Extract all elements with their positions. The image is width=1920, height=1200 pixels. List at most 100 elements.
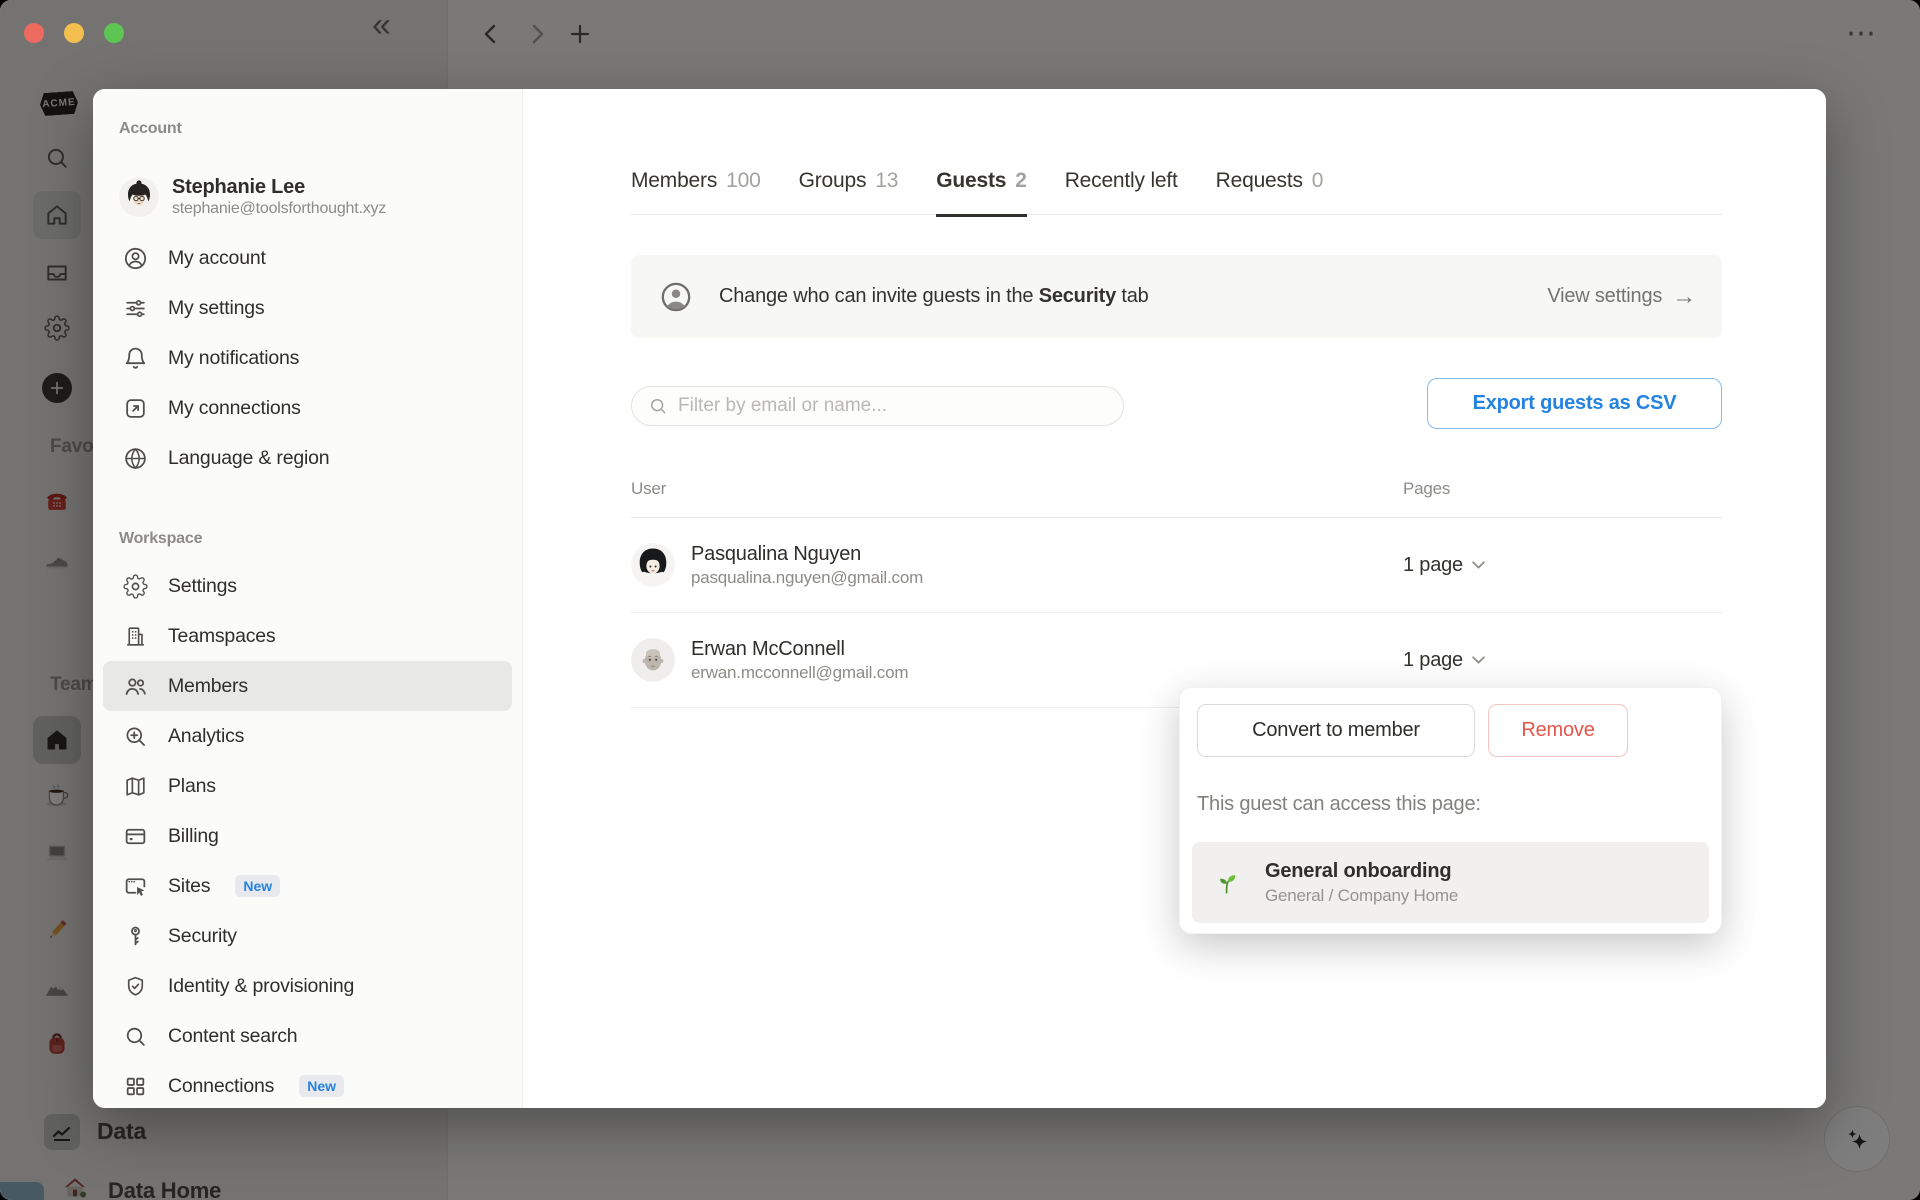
key-icon xyxy=(131,926,140,945)
guests-table: User Pages Pasqualina Nguyen pasqualina.… xyxy=(631,461,1722,708)
tab-recently-left[interactable]: Recently left xyxy=(1065,169,1178,217)
sidebar-item-label: Content search xyxy=(168,1024,298,1047)
page-title: General onboarding xyxy=(1265,859,1452,882)
settings-modal: Account Stephanie Lee stephanie@toolsfor… xyxy=(93,89,1826,1108)
user-email: stephanie@toolsforthought.xyz xyxy=(172,200,387,217)
person-circle-icon xyxy=(124,247,147,269)
globe-icon xyxy=(125,447,146,469)
popover-caption: This guest can access this page: xyxy=(1197,793,1481,815)
filter-guests-input[interactable] xyxy=(631,386,1124,426)
sidebar-item-label: Plans xyxy=(168,774,216,797)
sidebar-item-label: My notifications xyxy=(168,346,300,369)
guest-row: Pasqualina Nguyen pasqualina.nguyen@gmai… xyxy=(631,518,1722,613)
sliders-icon xyxy=(126,299,145,317)
pages-dropdown[interactable]: 1 page xyxy=(1403,649,1485,672)
sidebar-item-my-notifications[interactable]: My notifications xyxy=(103,333,512,383)
close-window-button[interactable] xyxy=(24,23,44,43)
sidebar-item-label: Billing xyxy=(168,824,219,847)
avatar xyxy=(119,177,159,217)
tab-label: Members xyxy=(631,169,718,192)
sidebar-item-my-connections[interactable]: My connections xyxy=(103,383,512,433)
tab-count: 2 xyxy=(1015,169,1027,192)
guest-email: erwan.mcconnell@gmail.com xyxy=(691,662,909,682)
sidebar-item-label: Analytics xyxy=(168,724,245,747)
sidebar-item-my-settings[interactable]: My settings xyxy=(103,283,512,333)
minimize-window-button[interactable] xyxy=(64,23,84,43)
account-section-header: Account xyxy=(119,120,182,137)
pages-count: 1 page xyxy=(1403,553,1463,576)
guest-name: Pasqualina Nguyen xyxy=(691,542,862,565)
sidebar-item-label: My settings xyxy=(168,296,265,319)
remove-guest-button[interactable]: Remove xyxy=(1488,704,1628,757)
sidebar-item-language-region[interactable]: Language & region xyxy=(103,433,512,483)
workspace-menu: Settings Teamspaces Members Analytics Pl… xyxy=(93,561,522,1108)
sidebar-item-identity-provisioning[interactable]: Identity & provisioning xyxy=(103,961,512,1011)
tab-label: Requests xyxy=(1215,169,1303,192)
chevron-down-icon xyxy=(1472,560,1485,569)
tab-requests[interactable]: Requests 0 xyxy=(1216,169,1324,217)
sidebar-item-security[interactable]: Security xyxy=(103,911,512,961)
search-icon xyxy=(126,1027,145,1046)
pages-count: 1 page xyxy=(1403,648,1463,671)
browser-cursor-icon xyxy=(125,877,146,896)
workspace-section-header: Workspace xyxy=(119,530,203,547)
person-circle-icon xyxy=(661,282,691,311)
guest-actions-popover: Convert to member Remove This guest can … xyxy=(1179,687,1722,934)
sidebar-item-plans[interactable]: Plans xyxy=(103,761,512,811)
tab-members[interactable]: Members 100 xyxy=(631,169,761,217)
gear-icon xyxy=(123,573,148,599)
zoom-window-button[interactable] xyxy=(104,23,124,43)
sidebar-item-label: My account xyxy=(168,246,266,269)
external-link-icon xyxy=(126,398,145,418)
tab-count: 13 xyxy=(875,169,899,192)
settings-sidebar: Account Stephanie Lee stephanie@toolsfor… xyxy=(93,89,523,1108)
page-breadcrumb: General / Company Home xyxy=(1265,885,1459,905)
convert-to-member-button[interactable]: Convert to member xyxy=(1197,704,1475,757)
member-tabs: Members 100 Groups 13 Guests 2 Recently lef… xyxy=(631,169,1323,217)
avatar xyxy=(631,543,675,587)
sidebar-item-sites[interactable]: Sites New xyxy=(103,861,512,911)
sidebar-item-label: Language & region xyxy=(168,446,330,469)
sidebar-item-label: Members xyxy=(168,674,248,697)
sidebar-item-analytics[interactable]: Analytics xyxy=(103,711,512,761)
sidebar-item-label: My connections xyxy=(168,396,301,419)
banner-text: Change who can invite guests in the Secu… xyxy=(719,285,1149,307)
app-window: « ⋯ ACME Favorites Teamspaces Data Data … xyxy=(0,0,1920,1200)
sidebar-item-members[interactable]: Members xyxy=(103,661,512,711)
column-header-pages: Pages xyxy=(1403,479,1451,498)
sidebar-item-label: Settings xyxy=(168,574,237,597)
accessible-page-item[interactable]: General onboarding General / Company Hom… xyxy=(1192,842,1709,923)
view-settings-link[interactable]: View settings → xyxy=(1547,283,1696,311)
bell-icon xyxy=(125,347,146,369)
sidebar-item-billing[interactable]: Billing xyxy=(103,811,512,861)
members-icon xyxy=(125,678,146,695)
sidebar-item-settings[interactable]: Settings xyxy=(103,561,512,611)
pages-dropdown[interactable]: 1 page xyxy=(1403,554,1485,577)
shield-check-icon xyxy=(127,976,144,996)
guests-table-header: User Pages xyxy=(631,461,1722,518)
tab-label: Recently left xyxy=(1064,169,1178,192)
guest-name: Erwan McConnell xyxy=(691,637,845,660)
sidebar-item-label: Connections xyxy=(168,1074,275,1097)
current-user-row[interactable]: Stephanie Lee stephanie@toolsforthought.… xyxy=(103,169,512,225)
sidebar-item-teamspaces[interactable]: Teamspaces xyxy=(103,611,512,661)
sidebar-item-content-search[interactable]: Content search xyxy=(103,1011,512,1061)
members-settings-main: Members 100 Groups 13 Guests 2 Recently lef… xyxy=(523,89,1826,1108)
seedling-icon xyxy=(1220,874,1236,894)
export-guests-csv-button[interactable]: Export guests as CSV xyxy=(1427,378,1722,429)
guest-email: pasqualina.nguyen@gmail.com xyxy=(691,567,924,587)
tab-guests[interactable]: Guests 2 xyxy=(936,169,1027,217)
building-icon xyxy=(127,626,144,646)
grid-icon xyxy=(126,1077,145,1095)
sidebar-item-connections[interactable]: Connections New xyxy=(103,1061,512,1108)
account-menu: My account My settings My notifications … xyxy=(93,233,522,483)
sidebar-item-label: Teamspaces xyxy=(168,624,276,647)
tab-groups[interactable]: Groups 13 xyxy=(799,169,899,217)
sidebar-item-label: Sites xyxy=(168,874,211,897)
analytics-icon xyxy=(126,726,145,746)
sidebar-item-my-account[interactable]: My account xyxy=(103,233,512,283)
tab-count: 100 xyxy=(726,169,761,192)
tab-count: 0 xyxy=(1311,169,1324,192)
new-badge: New xyxy=(235,875,281,897)
user-name: Stephanie Lee xyxy=(172,176,305,198)
